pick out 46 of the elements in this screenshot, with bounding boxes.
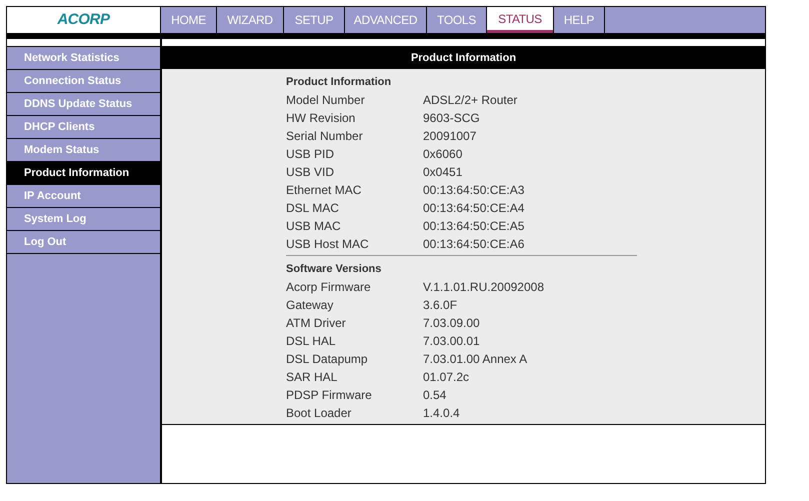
section-title: Product Information — [286, 74, 392, 90]
nav-tab[interactable]: STATUS — [487, 7, 553, 33]
nav-tab[interactable]: SETUP — [284, 7, 344, 33]
field-label: HW Revision — [286, 110, 356, 127]
logo: ACORP — [7, 7, 160, 33]
field-label: PDSP Firmware — [286, 387, 373, 404]
section-title: Software Versions — [286, 262, 382, 276]
field-label: USB MAC — [286, 218, 342, 235]
nav-tab[interactable]: TOOLS — [427, 7, 486, 33]
nav-tab[interactable]: WIZARD — [217, 7, 283, 33]
field-label: USB Host MAC — [286, 236, 370, 253]
field-value: 0x6060 — [423, 146, 462, 163]
field-value: 7.03.09.00 — [423, 315, 480, 332]
field-label: Serial Number — [286, 128, 364, 145]
field-value: 7.03.01.00 Annex A — [423, 351, 528, 368]
field-value: 0.54 — [423, 387, 446, 404]
field-value: 00:13:64:50:CE:A6 — [423, 236, 524, 253]
field-label: Acorp Firmware — [286, 279, 372, 296]
field-value: 00:13:64:50:CE:A5 — [423, 218, 524, 235]
field-value: 00:13:64:50:CE:A4 — [423, 200, 524, 217]
field-value: 1.4.0.4 — [423, 405, 460, 422]
field-value: 3.6.0F — [423, 297, 458, 314]
sidebar-item[interactable]: Product Information — [7, 162, 160, 185]
field-value: 0x0451 — [423, 164, 462, 181]
field-value: 9603-SCG — [423, 110, 480, 127]
field-label: DSL Datapump — [286, 351, 369, 368]
nav-tab[interactable]: HOME — [161, 7, 216, 33]
field-value: 20091007 — [423, 128, 476, 145]
field-label: SAR HAL — [286, 369, 338, 386]
panel-title: Product Information — [162, 47, 765, 69]
nav-tab[interactable]: HELP — [554, 7, 604, 33]
field-value: 7.03.00.01 — [423, 333, 480, 350]
field-label: ATM Driver — [286, 315, 347, 332]
field-label: DSL HAL — [286, 333, 337, 350]
field-label: USB VID — [286, 164, 336, 181]
field-value: V.1.1.01.RU.20092008 — [423, 279, 544, 296]
field-label: DSL MAC — [286, 200, 340, 217]
field-label: Boot Loader — [286, 405, 352, 422]
field-label: Ethernet MAC — [286, 182, 362, 199]
field-value: 00:13:64:50:CE:A3 — [423, 182, 524, 199]
field-label: Model Number — [286, 92, 366, 109]
field-label: Gateway — [286, 297, 334, 314]
field-value: ADSL2/2+ Router — [423, 92, 518, 109]
field-value: 01.07.2c — [423, 369, 470, 386]
field-label: USB PID — [286, 146, 336, 163]
nav-tab[interactable]: ADVANCED — [345, 7, 426, 33]
